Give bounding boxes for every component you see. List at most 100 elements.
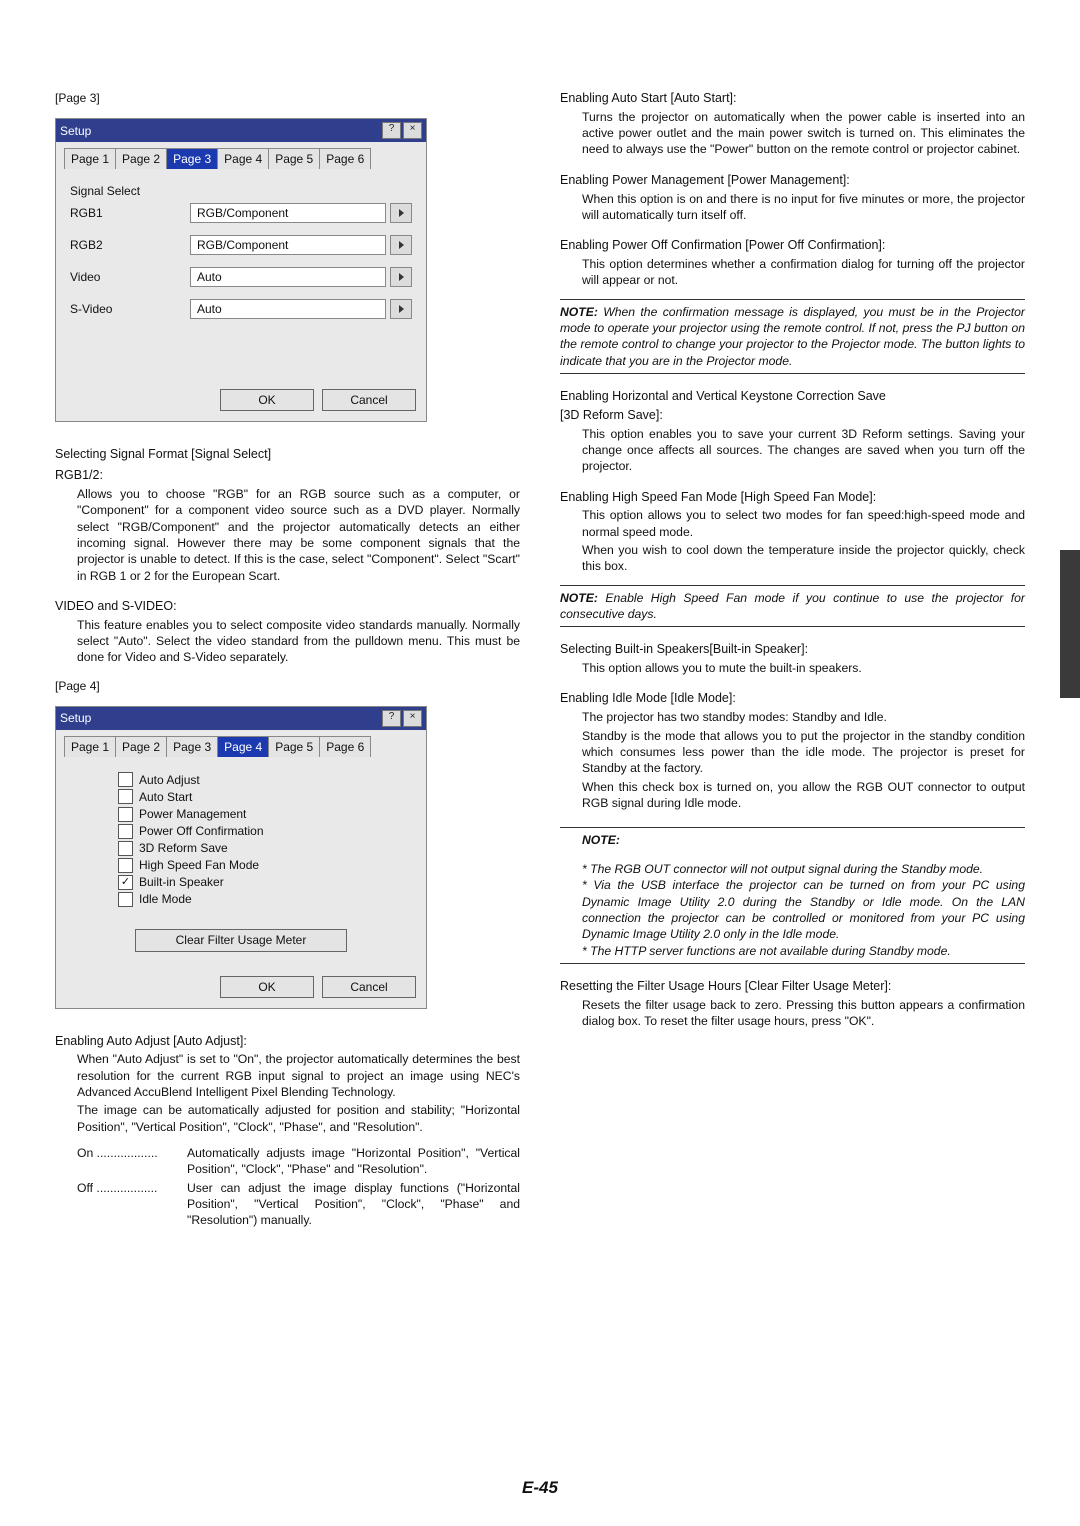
chevron-right-icon[interactable]	[390, 235, 412, 255]
checkbox-power-management[interactable]: Power Management	[118, 806, 412, 822]
off-desc: User can adjust the image display functi…	[187, 1180, 520, 1229]
note-heading-3: NOTE:	[560, 827, 1025, 848]
setup-dialog-page3: Setup ? × Page 1Page 2Page 3Page 4Page 5…	[55, 118, 427, 422]
clear-filter-button[interactable]: Clear Filter Usage Meter	[135, 929, 347, 951]
heading-video: VIDEO and S-VIDEO:	[55, 598, 520, 615]
ok-button[interactable]: OK	[220, 389, 314, 411]
checkbox-high-speed-fan-mode[interactable]: High Speed Fan Mode	[118, 857, 412, 873]
ok-button[interactable]: OK	[220, 976, 314, 998]
signal-select-label: Signal Select	[70, 183, 412, 199]
heading-idle: Enabling Idle Mode [Idle Mode]:	[560, 690, 1025, 707]
checkbox-label: Auto Start	[139, 789, 192, 805]
setup-dialog-page4: Setup ? × Page 1Page 2Page 3Page 4Page 5…	[55, 706, 427, 1009]
tab-page-3[interactable]: Page 3	[166, 736, 218, 757]
heading-powermgmt: Enabling Power Management [Power Managem…	[560, 172, 1025, 189]
checkbox-label: Power Management	[139, 806, 246, 822]
para-autoadjust-2: The image can be automatically adjusted …	[55, 1102, 520, 1135]
cancel-button[interactable]: Cancel	[322, 389, 416, 411]
checkbox-3d-reform-save[interactable]: 3D Reform Save	[118, 840, 412, 856]
tab-page-5[interactable]: Page 5	[268, 148, 320, 169]
thumb-tab	[1060, 550, 1080, 698]
cancel-button[interactable]: Cancel	[322, 976, 416, 998]
tab-page-4[interactable]: Page 4	[217, 736, 269, 757]
dropdown-value: Auto	[190, 267, 386, 287]
field-label: RGB1	[70, 205, 180, 221]
para-fan-1: This option allows you to select two mod…	[560, 507, 1025, 540]
close-icon[interactable]: ×	[403, 122, 422, 139]
checkbox-icon[interactable]	[118, 892, 133, 907]
help-icon[interactable]: ?	[382, 122, 401, 139]
heading-poweroffconf: Enabling Power Off Confirmation [Power O…	[560, 237, 1025, 254]
para-autoadjust-1: When "Auto Adjust" is set to "On", the p…	[55, 1051, 520, 1100]
checkbox-auto-start[interactable]: Auto Start	[118, 789, 412, 805]
close-icon[interactable]: ×	[403, 710, 422, 727]
heading-3dreform-1: Enabling Horizontal and Vertical Keyston…	[560, 388, 1025, 405]
checkbox-label: 3D Reform Save	[139, 840, 228, 856]
heading-3dreform-2: [3D Reform Save]:	[560, 407, 1025, 424]
checkbox-label: High Speed Fan Mode	[139, 857, 259, 873]
dialog-title: Setup	[60, 710, 91, 726]
checkbox-auto-adjust[interactable]: Auto Adjust	[118, 772, 412, 788]
checkbox-icon[interactable]	[118, 841, 133, 856]
dropdown-video[interactable]: Auto	[190, 267, 412, 287]
tab-page-1[interactable]: Page 1	[64, 148, 116, 169]
checkbox-icon[interactable]	[118, 824, 133, 839]
checkbox-icon[interactable]	[118, 807, 133, 822]
checkbox-power-off-confirmation[interactable]: Power Off Confirmation	[118, 823, 412, 839]
para-fan-2: When you wish to cool down the temperatu…	[560, 542, 1025, 575]
signal-row-video: Video Auto	[70, 267, 412, 287]
note-block-2: NOTE: Enable High Speed Fan mode if you …	[560, 585, 1025, 628]
chevron-right-icon[interactable]	[390, 267, 412, 287]
note-list-3: * The RGB OUT connector will not output …	[560, 861, 1025, 964]
para-idle-1: The projector has two standby modes: Sta…	[560, 709, 1025, 725]
tab-page-1[interactable]: Page 1	[64, 736, 116, 757]
checkbox-label: Built-in Speaker	[139, 874, 224, 890]
field-label: Video	[70, 269, 180, 285]
para-poweroffconf: This option determines whether a confirm…	[560, 256, 1025, 289]
checkbox-built-in-speaker[interactable]: Built-in Speaker	[118, 874, 412, 890]
dropdown-value: RGB/Component	[190, 235, 386, 255]
para-rgb12: Allows you to choose "RGB" for an RGB so…	[55, 486, 520, 584]
dropdown-s-video[interactable]: Auto	[190, 299, 412, 319]
tab-page-6[interactable]: Page 6	[319, 148, 371, 169]
checkbox-label: Idle Mode	[139, 891, 192, 907]
heading-fan: Enabling High Speed Fan Mode [High Speed…	[560, 489, 1025, 506]
heading-rgb12: RGB1/2:	[55, 467, 520, 484]
tab-page-2[interactable]: Page 2	[115, 148, 167, 169]
para-autostart: Turns the projector on automatically whe…	[560, 109, 1025, 158]
field-label: RGB2	[70, 237, 180, 253]
dropdown-value: Auto	[190, 299, 386, 319]
para-filter: Resets the filter usage back to zero. Pr…	[560, 997, 1025, 1030]
on-term: On	[77, 1146, 93, 1160]
chevron-right-icon[interactable]	[390, 299, 412, 319]
para-powermgmt: When this option is on and there is no i…	[560, 191, 1025, 224]
field-label: S-Video	[70, 301, 180, 317]
signal-row-rgb2: RGB2 RGB/Component	[70, 235, 412, 255]
signal-row-rgb1: RGB1 RGB/Component	[70, 203, 412, 223]
page-number: E-45	[0, 1478, 1080, 1498]
tab-page-3[interactable]: Page 3	[166, 148, 218, 169]
dialog-title: Setup	[60, 123, 91, 139]
page3-label: [Page 3]	[55, 90, 520, 106]
dropdown-value: RGB/Component	[190, 203, 386, 223]
tab-page-6[interactable]: Page 6	[319, 736, 371, 757]
checkbox-idle-mode[interactable]: Idle Mode	[118, 891, 412, 907]
tab-page-5[interactable]: Page 5	[268, 736, 320, 757]
tab-page-2[interactable]: Page 2	[115, 736, 167, 757]
note-block-1: NOTE: When the confirmation message is d…	[560, 299, 1025, 374]
heading-speaker: Selecting Built-in Speakers[Built-in Spe…	[560, 641, 1025, 658]
checkbox-icon[interactable]	[118, 772, 133, 787]
para-video: This feature enables you to select compo…	[55, 617, 520, 666]
heading-filter: Resetting the Filter Usage Hours [Clear …	[560, 978, 1025, 995]
heading-autoadjust: Enabling Auto Adjust [Auto Adjust]:	[55, 1033, 520, 1050]
help-icon[interactable]: ?	[382, 710, 401, 727]
tab-page-4[interactable]: Page 4	[217, 148, 269, 169]
heading-signal-select: Selecting Signal Format [Signal Select]	[55, 446, 520, 463]
dropdown-rgb1[interactable]: RGB/Component	[190, 203, 412, 223]
dropdown-rgb2[interactable]: RGB/Component	[190, 235, 412, 255]
chevron-right-icon[interactable]	[390, 203, 412, 223]
on-desc: Automatically adjusts image "Horizontal …	[187, 1145, 520, 1178]
checkbox-icon[interactable]	[118, 858, 133, 873]
checkbox-icon[interactable]	[118, 875, 133, 890]
checkbox-icon[interactable]	[118, 789, 133, 804]
